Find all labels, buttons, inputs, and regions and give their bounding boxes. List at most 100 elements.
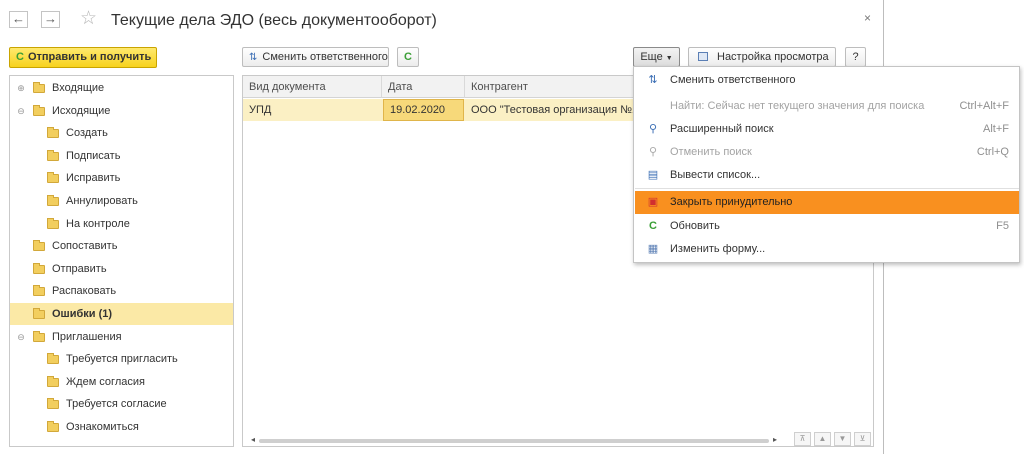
menu-item-refresh[interactable]: C Обновить F5 <box>635 215 1019 238</box>
folder-icon <box>33 262 45 274</box>
tree-item-label: Создать <box>66 127 108 140</box>
send-receive-label: Отправить и получить <box>27 51 152 63</box>
cancel-search-icon: ⚲ <box>648 146 658 158</box>
menu-item-find[interactable]: Найти: Сейчас нет текущего значения для … <box>635 95 1019 118</box>
edit-form-icon: ▦ <box>647 243 659 255</box>
help-button[interactable]: ? <box>845 47 866 67</box>
tree-item-label: Требуется согласие <box>66 398 167 411</box>
refresh-icon: C <box>404 51 412 63</box>
folder-icon <box>47 398 59 410</box>
tree-item-label: Распаковать <box>52 285 117 298</box>
view-settings-label: Настройка просмотра <box>717 51 829 63</box>
favorite-star-icon[interactable]: ☆ <box>80 9 97 29</box>
folder-icon <box>47 353 59 365</box>
menu-item-print-list[interactable]: ▤ Вывести список... <box>635 164 1019 187</box>
print-list-icon: ▤ <box>647 169 659 181</box>
arrow-left-icon: ← <box>12 11 25 26</box>
menu-item-force-close[interactable]: ▣ Закрыть принудительно <box>635 191 1019 214</box>
tree-item[interactable]: Ознакомиться <box>10 416 233 438</box>
folder-icon <box>33 82 45 93</box>
tree-item-label: Требуется пригласить <box>66 353 178 366</box>
forward-button[interactable]: → <box>41 11 60 28</box>
scroll-down-icon[interactable]: ▼ <box>834 432 851 446</box>
more-menu: ⇅ Сменить ответственного Найти: Сейчас н… <box>633 66 1020 263</box>
collapse-icon[interactable]: ⊖ <box>16 100 26 122</box>
tree-item[interactable]: Сопоставить <box>10 235 233 257</box>
refresh-button[interactable]: C <box>397 47 419 67</box>
send-receive-button[interactable]: C Отправить и получить <box>9 47 157 68</box>
help-label: ? <box>852 51 859 63</box>
more-button[interactable]: Еще ▼ <box>633 47 680 67</box>
tree-item-label: Ждем согласия <box>66 375 145 388</box>
scroll-left-icon[interactable]: ◂ <box>251 435 255 444</box>
tree-item[interactable]: Отправить <box>10 258 233 280</box>
tree-item[interactable]: Распаковать <box>10 280 233 302</box>
tree-item[interactable]: Ждем согласия <box>10 371 233 393</box>
change-responsible-icon: ⇅ <box>648 74 658 86</box>
tree-item[interactable]: На контроле <box>10 213 233 235</box>
tree-item-label: Отправить <box>52 262 107 275</box>
folder-icon <box>33 330 45 342</box>
title-bar: ← → ☆ Текущие дела ЭДО (весь документооб… <box>0 0 884 40</box>
refresh-icon: C <box>649 220 657 232</box>
scroll-first-icon[interactable]: ⊼ <box>794 432 811 446</box>
expand-icon[interactable]: ⊕ <box>16 77 26 99</box>
scroll-right-icon[interactable]: ▸ <box>773 435 777 444</box>
scroll-up-icon[interactable]: ▲ <box>814 432 831 446</box>
settings-form-icon <box>698 52 708 61</box>
menu-item-advanced-search[interactable]: ⚲ Расширенный поиск Alt+F <box>635 118 1019 141</box>
change-responsible-icon: ⇅ <box>249 52 258 63</box>
folder-icon <box>47 375 59 387</box>
arrow-right-icon: → <box>44 11 57 26</box>
tree-item-label: Входящие <box>52 82 105 94</box>
cell-doc-type[interactable]: УПД <box>243 99 382 121</box>
tree-item[interactable]: Подписать <box>10 145 233 167</box>
tree-item[interactable]: Требуется пригласить <box>10 348 233 370</box>
search-icon: ⚲ <box>648 123 658 135</box>
folder-icon <box>47 172 59 184</box>
change-responsible-button[interactable]: ⇅ Сменить ответственного <box>242 47 389 67</box>
tree-item[interactable]: Создать <box>10 122 233 144</box>
menu-item-edit-form[interactable]: ▦ Изменить форму... <box>635 238 1019 261</box>
window-title: Текущие дела ЭДО (весь документооборот) <box>111 12 437 29</box>
folder-icon <box>33 104 45 116</box>
scroll-last-icon[interactable]: ⊻ <box>854 432 871 446</box>
tree-item[interactable]: ⊖ Приглашения <box>10 326 233 348</box>
close-icon[interactable]: × <box>864 11 871 25</box>
tree-item[interactable]: Исправить <box>10 167 233 189</box>
tree-item-label: Исходящие <box>52 104 111 117</box>
refresh-icon: C <box>16 51 24 63</box>
chevron-down-icon: ▼ <box>665 55 673 62</box>
folder-tree: ⊕ Входящие ⊖ Исходящие Создать Подписать Испра… <box>9 75 234 447</box>
tree-item[interactable]: Аннулировать <box>10 190 233 212</box>
tree-item-label: Приглашения <box>52 330 122 343</box>
scrollbar-thumb[interactable] <box>259 439 769 443</box>
tree-item-label: Исправить <box>66 172 121 185</box>
folder-icon <box>33 285 45 297</box>
column-header-doc-type[interactable]: Вид документа <box>243 76 382 98</box>
back-button[interactable]: ← <box>9 11 28 28</box>
horizontal-scrollbar[interactable]: ◂ ▸ <box>251 435 777 444</box>
force-close-icon: ▣ <box>647 196 659 208</box>
collapse-icon[interactable]: ⊖ <box>16 326 26 348</box>
column-header-counterparty[interactable]: Контрагент <box>465 76 635 98</box>
folder-icon <box>33 240 45 252</box>
cell-counterparty[interactable]: ООО "Тестовая организация №1" <box>465 99 642 121</box>
view-settings-button[interactable]: Настройка просмотра <box>688 47 836 67</box>
more-label: Еще <box>640 51 663 63</box>
folder-icon <box>47 127 59 139</box>
tree-item[interactable]: Ошибки (1) <box>10 303 233 325</box>
folder-icon <box>33 308 45 319</box>
tree-item-label: Аннулировать <box>66 195 138 207</box>
cell-date[interactable]: 19.02.2020 <box>383 99 464 121</box>
tree-item-label: Ошибки (1) <box>52 308 113 320</box>
tree-item[interactable]: ⊕ Входящие <box>10 77 233 99</box>
folder-icon <box>47 217 59 229</box>
column-header-date[interactable]: Дата <box>382 76 465 98</box>
menu-item-cancel-search[interactable]: ⚲ Отменить поиск Ctrl+Q <box>635 141 1019 164</box>
folder-icon <box>47 195 59 206</box>
menu-item-change-responsible[interactable]: ⇅ Сменить ответственного <box>635 69 1019 92</box>
folder-icon <box>47 149 59 161</box>
tree-item[interactable]: ⊖ Исходящие <box>10 100 233 122</box>
tree-item[interactable]: Требуется согласие <box>10 393 233 415</box>
